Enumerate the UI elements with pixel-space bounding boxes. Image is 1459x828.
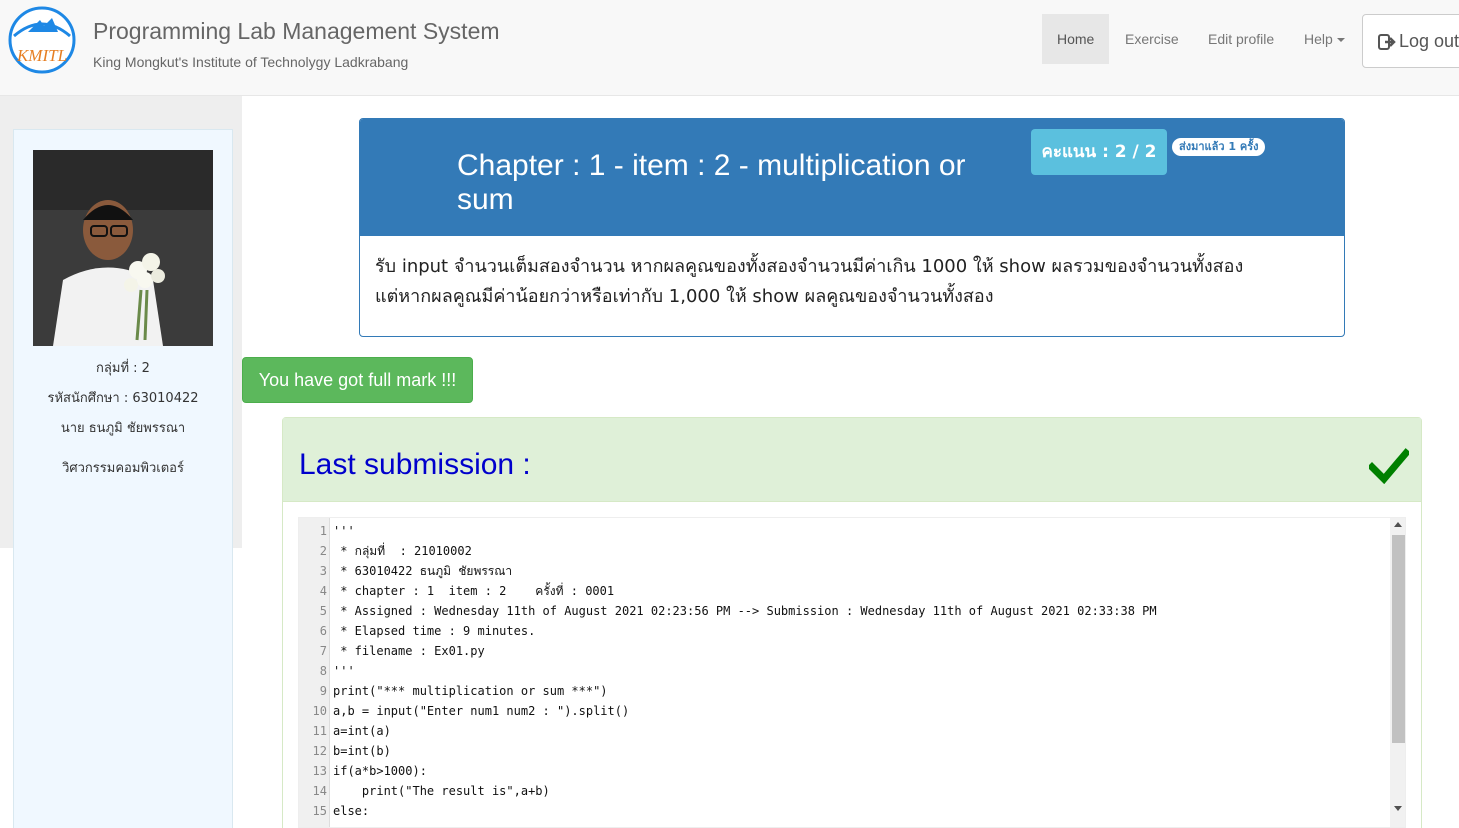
student-id-label: รหัสนักศึกษา : 63010422 — [47, 391, 199, 406]
nav-edit-profile[interactable]: Edit profile — [1193, 14, 1289, 64]
code-line: 14 print("The result is",a+b) — [299, 781, 1389, 801]
scroll-up-icon[interactable] — [1394, 522, 1402, 527]
code-text: * Elapsed time : 9 minutes. — [333, 624, 536, 638]
description-line-2: แต่หากผลคูณมีค่าน้อยกว่าหรือเท่ากับ 1,00… — [375, 286, 994, 307]
student-name-label: นาย ธนภูมิ ชัยพรรณา — [60, 421, 186, 436]
code-text: a=int(a) — [333, 724, 391, 738]
code-text: * กลุ่มที่ : 21010002 — [333, 544, 472, 558]
line-number: 1 — [319, 524, 327, 538]
code-text: else: — [333, 804, 370, 818]
line-number: 14 — [312, 784, 327, 798]
code-line: 9 print("*** multiplication or sum ***") — [299, 681, 1389, 701]
code-line: 3 * 63010422 ธนภูมิ ชัยพรรณา — [299, 561, 1389, 581]
code-line: 12 b=int(b) — [299, 741, 1389, 761]
code-line: 6 * Elapsed time : 9 minutes. — [299, 621, 1389, 641]
vertical-scrollbar[interactable] — [1390, 518, 1405, 827]
caret-down-icon — [1336, 38, 1345, 43]
code-line: 13 if(a*b>1000): — [299, 761, 1389, 781]
code-text: * filename : Ex01.py — [333, 644, 485, 658]
code-text: * chapter : 1 item : 2 ครั้งที่ : 0001 — [333, 584, 615, 598]
check-icon — [1369, 448, 1409, 484]
line-number: 12 — [312, 744, 327, 758]
nav-help[interactable]: Help — [1289, 14, 1360, 64]
code-editor[interactable]: 1 ''' 2 * กลุ่มที่ : 21010002 3 * 63010422 … — [298, 517, 1406, 828]
code-text: ''' — [333, 664, 355, 678]
line-number: 3 — [319, 564, 327, 578]
code-text: print("*** multiplication or sum ***") — [333, 684, 608, 698]
code-text: b=int(b) — [333, 744, 391, 758]
exercise-panel: Chapter : 1 - item : 2 - multiplication … — [359, 118, 1345, 337]
submission-title: Last submission : — [299, 448, 531, 481]
code-line: 2 * กลุ่มที่ : 21010002 — [299, 541, 1389, 561]
line-number: 10 — [312, 704, 327, 718]
line-number: 6 — [319, 624, 327, 638]
description-line-1: รับ input จำนวนเต็มสองจำนวน หากผลคูณของท… — [375, 256, 1244, 277]
logout-label: Log out — [1399, 31, 1459, 51]
brand-title[interactable]: Programming Lab Management System — [93, 18, 500, 45]
line-number: 2 — [319, 544, 327, 558]
line-number: 15 — [312, 804, 327, 818]
scroll-down-icon[interactable] — [1394, 806, 1402, 811]
code-text: if(a*b>1000): — [333, 764, 427, 778]
logout-button[interactable]: Log out — [1362, 14, 1459, 68]
code-text: * 63010422 ธนภูมิ ชัยพรรณา — [333, 564, 513, 578]
exercise-heading: Chapter : 1 - item : 2 - multiplication … — [360, 119, 1344, 236]
line-number: 8 — [319, 664, 327, 678]
line-number: 9 — [319, 684, 327, 698]
scrollbar-thumb[interactable] — [1392, 535, 1405, 743]
code-line: 1 ''' — [299, 521, 1389, 541]
group-label: กลุ่มที่ : 2 — [96, 361, 150, 376]
code-line: 4 * chapter : 1 item : 2 ครั้งที่ : 0001 — [299, 581, 1389, 601]
navbar: KMITL Programming Lab Management System … — [0, 0, 1459, 96]
line-number: 5 — [319, 604, 327, 618]
line-number: 7 — [319, 644, 327, 658]
line-number: 4 — [319, 584, 327, 598]
code-text: * Assigned : Wednesday 11th of August 20… — [333, 604, 1157, 618]
code-line: 5 * Assigned : Wednesday 11th of August … — [299, 601, 1389, 621]
code-line: 8 ''' — [299, 661, 1389, 681]
exercise-description: รับ input จำนวนเต็มสองจำนวน หากผลคูณของท… — [375, 252, 1335, 312]
kmitl-logo[interactable]: KMITL — [4, 6, 80, 74]
code-line: 11 a=int(a) — [299, 721, 1389, 741]
submission-count-badge: ส่งมาแล้ว 1 ครั้ง — [1172, 138, 1266, 156]
submission-heading: Last submission : — [283, 418, 1421, 502]
nav-exercise[interactable]: Exercise — [1110, 14, 1194, 64]
code-line: 10 a,b = input("Enter num1 num2 : ").spli… — [299, 701, 1389, 721]
brand-subtitle: King Mongkut's Institute of Technolygy L… — [93, 54, 409, 70]
logo-text: KMITL — [16, 46, 67, 65]
code-text: print("The result is",a+b) — [333, 784, 550, 798]
nav-home[interactable]: Home — [1042, 14, 1109, 64]
code-text: a,b = input("Enter num1 num2 : ").split(… — [333, 704, 630, 718]
major-label: วิศวกรรมคอมพิวเตอร์ — [62, 461, 184, 476]
code-line: 15 else: — [299, 801, 1389, 821]
score-badge: คะแนน : 2 / 2 — [1031, 129, 1167, 175]
code-line: 7 * filename : Ex01.py — [299, 641, 1389, 661]
logout-icon — [1378, 34, 1396, 50]
full-mark-alert: You have got full mark !!! — [242, 357, 473, 403]
code-text: ''' — [333, 524, 355, 538]
line-number: 11 — [312, 724, 327, 738]
nav-help-label: Help — [1304, 31, 1333, 47]
exercise-title: Chapter : 1 - item : 2 - multiplication … — [457, 149, 966, 216]
line-number: 13 — [312, 764, 327, 778]
profile-photo — [33, 150, 213, 346]
